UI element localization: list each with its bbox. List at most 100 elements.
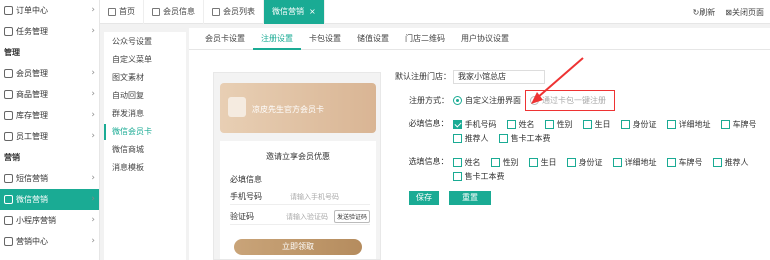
radio-dot <box>453 96 462 105</box>
submenu-item[interactable]: 图文素材 <box>104 70 186 86</box>
submenu-item[interactable]: 微信商城 <box>104 142 186 158</box>
checkbox-item[interactable]: 身份证 <box>566 155 603 169</box>
sidebar-item[interactable]: 任务管理 › <box>0 21 99 42</box>
top-tab-label: 首页 <box>119 7 135 16</box>
wechat-submenu: 公众号设置自定义菜单图文素材自动回复群发消息微信会员卡微信商城消息模板 <box>104 32 186 260</box>
checkbox-item[interactable]: 姓名 <box>452 155 481 169</box>
sidebar-item[interactable]: 会员管理 › <box>0 63 99 84</box>
preview-title: 邀请立享会员优惠 <box>266 152 330 161</box>
page-icon <box>152 7 160 16</box>
sidebar-item[interactable]: 营销中心 › <box>0 231 99 252</box>
submenu-item[interactable]: 消息模板 <box>104 160 186 176</box>
checkbox-label: 车牌号 <box>678 157 703 167</box>
checkbox-label: 手机号码 <box>464 119 497 129</box>
chevron-right-icon: › <box>91 131 95 141</box>
close-page-label: 关闭页面 <box>732 7 764 17</box>
checkbox-item[interactable]: 售卡工本费 <box>452 169 505 183</box>
sidebar: 订单中心 › 任务管理 › 管理 会员管理 › 商品管理 › 库存管理 › 员工管理 › 营销 短信营销 › 微… <box>0 0 100 260</box>
content-tab[interactable]: 用户协议设置 <box>453 28 517 50</box>
content-tab[interactable]: 储值设置 <box>349 28 397 50</box>
top-tab-bar: 首页 会员信息 会员列表 微信营销 × ↻刷新 ⊠关闭页面 <box>100 0 770 24</box>
checkbox-item[interactable]: 生日 <box>528 155 557 169</box>
preview-code-row: 验证码 请输入验证码 发送验证码 <box>230 209 370 225</box>
wechat-icon <box>4 195 13 204</box>
chevron-right-icon: › <box>91 5 95 15</box>
content-tabs: 会员卡设置 注册设置 卡包设置 储值设置 门店二维码 用户协议设置 <box>189 28 770 50</box>
top-tab[interactable]: 会员信息 <box>144 0 204 24</box>
checkbox <box>528 157 538 167</box>
checkbox <box>712 157 722 167</box>
preview-code-input[interactable]: 请输入验证码 <box>286 212 328 222</box>
close-page-button[interactable]: ⊠关闭页面 <box>725 7 764 18</box>
checkbox-item[interactable]: 售卡工本费 <box>498 131 551 145</box>
submenu-item[interactable]: 微信会员卡 <box>104 124 186 140</box>
preview-required-heading: 必填信息 <box>230 175 262 184</box>
checkbox-item[interactable]: 生日 <box>582 117 611 131</box>
radio-custom-ui[interactable]: 自定义注册界面 <box>453 95 521 106</box>
sidebar-item[interactable]: 微信营销 › <box>0 189 99 210</box>
checkbox <box>506 119 516 129</box>
chevron-right-icon: › <box>91 110 95 120</box>
card-logo-icon <box>228 97 246 117</box>
target-icon <box>4 237 13 246</box>
chevron-right-icon: › <box>91 215 95 225</box>
submenu-item[interactable]: 群发消息 <box>104 106 186 122</box>
checkbox-item[interactable]: 详细地址 <box>612 155 657 169</box>
submenu-item[interactable]: 自定义菜单 <box>104 52 186 68</box>
top-tab[interactable]: 微信营销 × <box>264 0 325 24</box>
page-icon <box>212 7 220 16</box>
content-tab[interactable]: 会员卡设置 <box>197 28 253 50</box>
content-tab[interactable]: 注册设置 <box>253 28 301 50</box>
content-tab[interactable]: 门店二维码 <box>397 28 453 50</box>
close-icon[interactable]: × <box>309 7 316 16</box>
sidebar-item-label: 员工管理 <box>16 132 48 141</box>
sidebar-item[interactable]: 小程序营销 › <box>0 210 99 231</box>
save-button[interactable]: 保存 <box>409 191 439 205</box>
checkbox-label: 身份证 <box>578 157 603 167</box>
checkbox-label: 详细地址 <box>678 119 711 129</box>
submenu-item[interactable]: 自动回复 <box>104 88 186 104</box>
checkbox <box>620 119 630 129</box>
checkbox-label: 性别 <box>502 157 519 167</box>
checkbox-label: 推荐人 <box>724 157 749 167</box>
refresh-button[interactable]: ↻刷新 <box>693 7 716 18</box>
checkbox-item[interactable]: 身份证 <box>620 117 657 131</box>
sms-icon <box>4 174 13 183</box>
sidebar-item-label: 营销中心 <box>16 237 48 246</box>
checkbox <box>720 119 730 129</box>
red-arrow-annotation <box>531 57 584 104</box>
checkbox <box>666 157 676 167</box>
checkbox-item[interactable]: 手机号码 <box>452 117 497 131</box>
sidebar-item[interactable]: 员工管理 › <box>0 126 99 147</box>
content-tab[interactable]: 卡包设置 <box>301 28 349 50</box>
top-tab-label: 会员信息 <box>163 7 195 16</box>
checkbox-item[interactable]: 车牌号 <box>720 117 757 131</box>
store-label: 默认注册门店： <box>395 72 451 81</box>
checkbox-item[interactable]: 推荐人 <box>452 131 489 145</box>
sidebar-item[interactable]: 短信营销 › <box>0 168 99 189</box>
top-tab[interactable]: 首页 <box>100 0 144 24</box>
checkbox-item[interactable]: 详细地址 <box>666 117 711 131</box>
radio-custom-label: 自定义注册界面 <box>465 96 521 105</box>
checkbox-item[interactable]: 性别 <box>490 155 519 169</box>
checkbox-item[interactable]: 性别 <box>544 117 573 131</box>
top-tab-label: 微信营销 <box>272 7 304 16</box>
reset-button[interactable]: 重置 <box>449 191 491 205</box>
preview-phone-input[interactable]: 请输入手机号码 <box>290 192 339 202</box>
checkbox-item[interactable]: 车牌号 <box>666 155 703 169</box>
top-tab[interactable]: 会员列表 <box>204 0 264 24</box>
send-code-button[interactable]: 发送验证码 <box>333 210 370 223</box>
sidebar-item-label: 库存管理 <box>16 111 48 120</box>
preview-phone-row: 手机号码 请输入手机号码 <box>230 189 370 205</box>
sidebar-item[interactable]: 订单中心 › <box>0 0 99 21</box>
claim-button[interactable]: 立即领取 <box>234 239 362 255</box>
checkbox-label: 生日 <box>594 119 611 129</box>
checkbox-label: 推荐人 <box>464 133 489 143</box>
sidebar-item-label: 会员管理 <box>16 69 48 78</box>
checkbox-item[interactable]: 推荐人 <box>712 155 749 169</box>
sidebar-item[interactable]: 商品管理 › <box>0 84 99 105</box>
submenu-item[interactable]: 公众号设置 <box>104 34 186 50</box>
checkbox-item[interactable]: 姓名 <box>506 117 535 131</box>
method-label: 注册方式： <box>409 95 449 105</box>
sidebar-item[interactable]: 库存管理 › <box>0 105 99 126</box>
